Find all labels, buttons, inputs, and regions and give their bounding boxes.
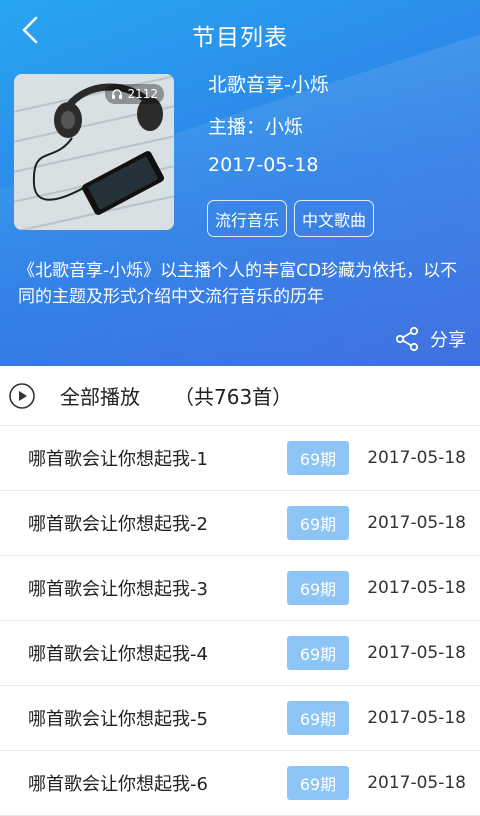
play-circle-icon[interactable] xyxy=(8,382,36,410)
list-item[interactable]: 哪首歌会让你想起我-1 69期 2017-05-18 xyxy=(0,426,480,491)
episode-badge: 69期 xyxy=(287,701,349,735)
episode-badge: 69期 xyxy=(287,636,349,670)
share-label: 分享 xyxy=(430,330,466,351)
album-name: 北歌音享-小烁 xyxy=(208,74,329,96)
episode-date: 2017-05-18 xyxy=(367,643,466,663)
tag-chinese-songs[interactable]: 中文歌曲 xyxy=(294,200,375,237)
play-all-label[interactable]: 全部播放 xyxy=(60,381,140,410)
album-header: 节目列表 2112 北歌音享-小烁 主播：小烁 2017-05-18 流行音乐 … xyxy=(0,0,480,366)
episode-badge: 69期 xyxy=(287,506,349,540)
page-title: 节目列表 xyxy=(192,25,288,51)
share-button[interactable]: 分享 xyxy=(394,326,466,352)
share-icon xyxy=(395,326,419,352)
play-count-badge: 2112 xyxy=(105,84,164,104)
album-cover[interactable]: 2112 xyxy=(14,74,174,230)
tag-list: 流行音乐 中文歌曲 xyxy=(207,200,375,237)
episode-title: 哪首歌会让你想起我-4 xyxy=(28,644,208,665)
episode-date: 2017-05-18 xyxy=(367,448,466,468)
episode-date: 2017-05-18 xyxy=(367,708,466,728)
list-item[interactable]: 哪首歌会让你想起我-4 69期 2017-05-18 xyxy=(0,621,480,686)
album-description: 《北歌音享-小烁》以主播个人的丰富CD珍藏为依托，以不同的主题及形式介绍中文流行… xyxy=(18,261,458,307)
list-item[interactable]: 哪首歌会让你想起我-6 69期 2017-05-18 xyxy=(0,751,480,816)
list-item[interactable]: 哪首歌会让你想起我-5 69期 2017-05-18 xyxy=(0,686,480,751)
episode-badge: 69期 xyxy=(287,441,349,475)
episode-title: 哪首歌会让你想起我-6 xyxy=(28,774,208,795)
list-item[interactable]: 哪首歌会让你想起我-2 69期 2017-05-18 xyxy=(0,491,480,556)
episode-title: 哪首歌会让你想起我-5 xyxy=(28,709,208,730)
play-count: 2112 xyxy=(127,87,158,101)
episode-date: 2017-05-18 xyxy=(367,513,466,533)
episode-badge: 69期 xyxy=(287,766,349,800)
play-all-bar[interactable]: 全部播放 （共763首） xyxy=(0,366,480,426)
episode-title: 哪首歌会让你想起我-3 xyxy=(28,579,208,600)
track-count: （共763首） xyxy=(174,385,293,409)
episode-list: 哪首歌会让你想起我-1 69期 2017-05-18 哪首歌会让你想起我-2 6… xyxy=(0,426,480,816)
episode-badge: 69期 xyxy=(287,571,349,605)
episode-date: 2017-05-18 xyxy=(367,773,466,793)
headphones-icon xyxy=(112,89,123,99)
album-host: 主播：小烁 xyxy=(208,116,304,138)
episode-title: 哪首歌会让你想起我-1 xyxy=(28,449,208,470)
episode-title: 哪首歌会让你想起我-2 xyxy=(28,514,208,535)
list-item[interactable]: 哪首歌会让你想起我-3 69期 2017-05-18 xyxy=(0,556,480,621)
tag-pop-music[interactable]: 流行音乐 xyxy=(207,200,288,237)
album-date: 2017-05-18 xyxy=(208,154,319,176)
episode-date: 2017-05-18 xyxy=(367,578,466,598)
